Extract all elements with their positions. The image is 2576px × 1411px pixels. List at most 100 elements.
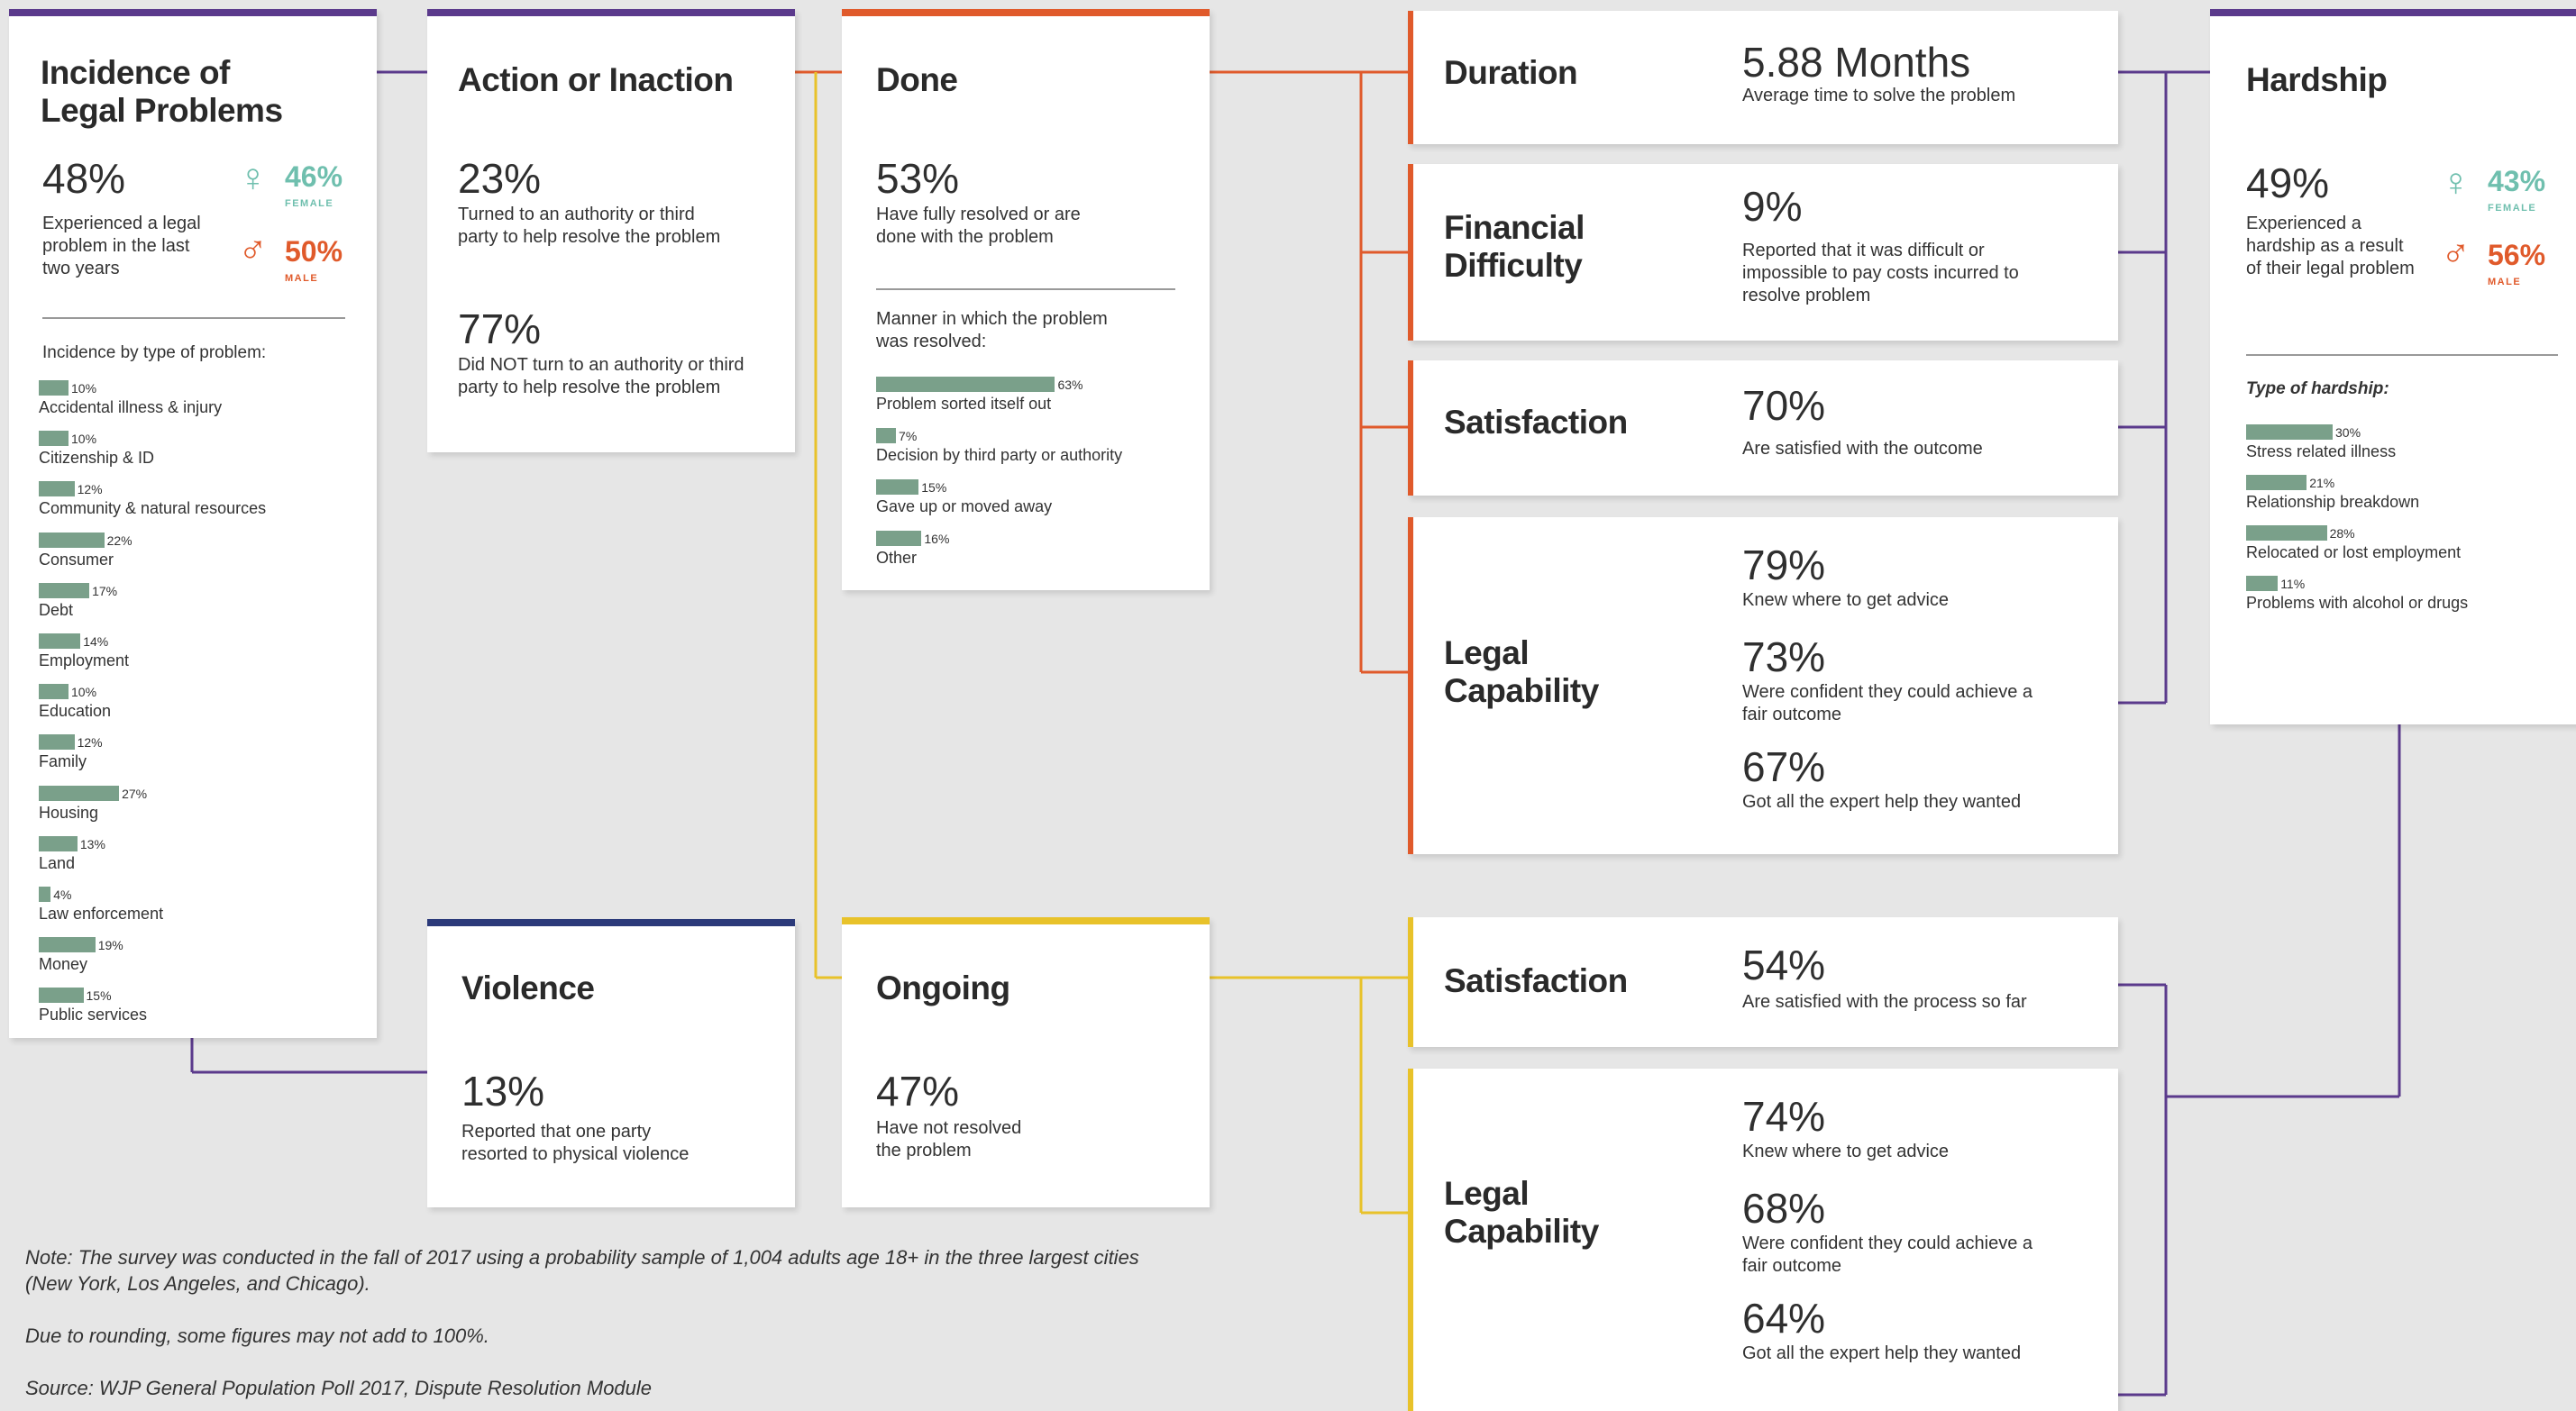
legal-ongoing-desc-2a: Were confident they could achieve a (1742, 1233, 2033, 1253)
financial-desc-2: impossible to pay costs incurred to (1742, 263, 2019, 283)
duration-card: Duration 5.88 Months Average time to sol… (1408, 11, 2118, 144)
bar-value-label: 27% (122, 786, 148, 801)
bar (39, 785, 120, 801)
satisfaction-done-card: Satisfaction 70% Are satisfied with the … (1408, 360, 2118, 496)
bar (39, 988, 84, 1004)
bar-value-label: 30% (2335, 425, 2361, 440)
satisfaction-ongoing-title: Satisfaction (1444, 962, 1628, 999)
violence-card: Violence 13% Reported that one party res… (427, 919, 795, 1207)
male-icon: ♂ (2441, 232, 2471, 276)
bar-category-label: Decision by third party or authority (876, 446, 1123, 464)
action-desc-1b: party to help resolve the problem (458, 227, 721, 247)
violence-desc-1: Reported that one party (461, 1122, 652, 1142)
divider (2246, 354, 2558, 356)
bar-value-label: 4% (53, 888, 72, 902)
incidence-card: Incidence of Legal Problems 48% Experien… (9, 9, 377, 1038)
incidence-male-label: MALE (285, 273, 319, 284)
bar (876, 479, 919, 495)
bar (876, 531, 922, 546)
bar-category-label: Public services (39, 1006, 148, 1024)
bar-value-label: 7% (899, 429, 918, 443)
bar-value-label: 10% (71, 685, 97, 700)
violence-title: Violence (461, 969, 595, 1006)
hardship-desc-2: hardship as a result (2246, 236, 2404, 256)
duration-desc: Average time to solve the problem (1742, 86, 2016, 105)
bar-value-label: 21% (2309, 476, 2335, 490)
bar-category-label: Land (39, 853, 76, 872)
bar-category-label: Education (39, 702, 112, 721)
bar-category-label: Employment (39, 651, 130, 669)
divider (876, 288, 1175, 290)
financial-desc-1: Reported that it was difficult or (1742, 241, 1985, 260)
duration-value: 5.88 Months (1742, 39, 1971, 86)
bar (39, 684, 69, 700)
satisfaction-ongoing-card: Satisfaction 54% Are satisfied with the … (1408, 917, 2118, 1047)
bar-value-label: 15% (86, 988, 112, 1004)
bar-category-label: Relocated or lost employment (2246, 543, 2462, 561)
financial-pct: 9% (1742, 183, 1803, 230)
hardship-card: Hardship 49% Experienced a hardship as a… (2210, 9, 2576, 724)
done-manner-1: Manner in which the problem (876, 309, 1108, 329)
bar-value-label: 10% (71, 381, 97, 396)
satisfaction-ongoing-desc: Are satisfied with the process so far (1742, 992, 2027, 1012)
done-title: Done (876, 61, 958, 98)
legal-done-desc-2a: Were confident they could achieve a (1742, 682, 2033, 702)
financial-title-2: Difficulty (1444, 247, 1583, 284)
legal-ongoing-title-1: Legal (1444, 1175, 1530, 1212)
legal-done-desc-2b: fair outcome (1742, 705, 1842, 724)
done-desc-1: Have fully resolved or are (876, 205, 1081, 224)
bar-category-label: Debt (39, 600, 74, 619)
divider (42, 317, 345, 319)
bar-category-label: Problems with alcohol or drugs (2246, 594, 2469, 612)
done-card: Done 53% Have fully resolved or are done… (842, 9, 1210, 590)
bar (39, 937, 96, 953)
bar (39, 734, 75, 751)
bar (39, 431, 69, 447)
bar (39, 835, 78, 851)
incidence-desc-1: Experienced a legal (42, 214, 201, 233)
bar-value-label: 10% (71, 432, 97, 447)
legal-done-title-2: Capability (1444, 672, 1599, 709)
action-title: Action or Inaction (458, 61, 734, 98)
legal-ongoing-desc-2b: fair outcome (1742, 1256, 1842, 1276)
bar (39, 582, 90, 598)
ongoing-desc-1: Have not resolved (876, 1118, 1022, 1138)
survey-note-2: (New York, Los Angeles, and Chicago). (25, 1272, 370, 1295)
bar-value-label: 22% (106, 533, 132, 548)
bar (2246, 424, 2333, 440)
action-desc-2b: party to help resolve the problem (458, 378, 721, 397)
satisfaction-ongoing-pct: 54% (1742, 942, 1826, 988)
hardship-pct: 49% (2246, 159, 2330, 206)
legal-done-desc-3: Got all the expert help they wanted (1742, 792, 2022, 812)
bar-value-label: 63% (1057, 378, 1083, 392)
bar-category-label: Stress related illness (2246, 442, 2397, 460)
bar-value-label: 15% (921, 480, 947, 495)
bar-value-label: 19% (97, 938, 123, 953)
bar-value-label: 11% (2280, 577, 2306, 591)
satisfaction-done-desc: Are satisfied with the outcome (1742, 439, 1983, 459)
legal-ongoing-card: Legal Capability 74% Knew where to get a… (1408, 1069, 2118, 1411)
action-pct-2: 77% (458, 305, 542, 352)
bar (876, 428, 897, 443)
incidence-desc-2: problem in the last (42, 236, 190, 256)
bar-value-label: 14% (83, 634, 109, 649)
legal-done-pct-2: 73% (1742, 633, 1826, 680)
legal-ongoing-desc-1: Knew where to get advice (1742, 1142, 1950, 1161)
bar (2246, 475, 2307, 490)
bar-category-label: Relationship breakdown (2246, 493, 2420, 511)
legal-ongoing-title-2: Capability (1444, 1213, 1599, 1250)
bar-category-label: Housing (39, 803, 99, 822)
bar (876, 377, 1055, 392)
bar-value-label: 12% (77, 482, 103, 497)
female-icon: ♀ (2441, 160, 2471, 205)
satisfaction-done-pct: 70% (1742, 382, 1826, 429)
bar-category-label: Community & natural resources (39, 499, 267, 518)
female-icon: ♀ (238, 156, 268, 200)
legal-done-pct-1: 79% (1742, 542, 1826, 588)
bar-category-label: Law enforcement (39, 905, 164, 923)
ongoing-desc-2: the problem (876, 1141, 972, 1161)
incidence-female-pct: 46% (285, 160, 343, 193)
hardship-female-label: FEMALE (2488, 203, 2537, 214)
bar-category-label: Money (39, 955, 88, 974)
bar-value-label: 13% (79, 836, 105, 851)
